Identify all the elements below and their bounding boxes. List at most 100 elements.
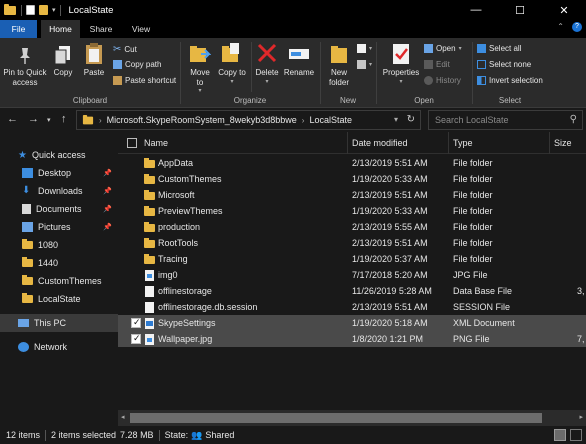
column-header-size[interactable]: Size [554,138,572,148]
copy-button[interactable]: Copy [50,44,76,78]
file-row[interactable]: RootTools 2/13/2019 5:51 AM File folder [118,235,586,251]
column-divider[interactable] [549,132,550,154]
breadcrumb-item[interactable]: LocalState [309,115,352,125]
paste-shortcut-button[interactable]: Paste shortcut [113,76,176,85]
column-header-type[interactable]: Type [453,138,473,148]
chevron-right-icon[interactable]: › [302,116,305,125]
forward-arrow-icon[interactable]: → [28,113,39,125]
invert-selection-button[interactable]: Invert selection [477,76,543,85]
scroll-left-icon[interactable]: ◂ [121,413,125,421]
column-header-name[interactable]: Name [144,138,168,148]
column-header-date[interactable]: Date modified [352,138,408,148]
nav-item-customthemes[interactable]: CustomThemes [0,272,118,290]
help-icon[interactable]: ? [572,22,582,32]
pin-icon[interactable]: 📌 [103,205,112,213]
paste-shortcut-icon [113,76,122,85]
nav-item-localstate[interactable]: LocalState [0,290,118,308]
chevron-down-icon[interactable]: ▾ [394,115,398,124]
copy-path-button[interactable]: Copy path [113,60,161,69]
chevron-up-icon[interactable]: ⌃ [557,22,564,32]
details-view-icon[interactable] [554,429,566,441]
new-folder-button[interactable]: New folder [323,42,355,87]
paste-button[interactable]: Paste [81,42,107,78]
file-name: RootTools [158,238,199,248]
file-row[interactable]: Wallpaper.jpg 1/8/2020 1:21 PM PNG File 7, [118,331,586,347]
file-row[interactable]: offlinestorage.db.session 2/13/2019 5:51 … [118,299,586,315]
nav-item-downloads[interactable]: ⬇ Downloads 📌 [0,182,118,200]
nav-label: This PC [34,318,67,328]
file-row[interactable]: Tracing 1/19/2020 5:37 AM File folder [118,251,586,267]
edit-button[interactable]: Edit [424,60,450,69]
file-row[interactable]: SkypeSettings 1/19/2020 5:18 AM XML Docume… [118,315,586,331]
open-label: Open [436,44,456,53]
maximize-button[interactable]: ☐ [498,0,542,20]
image-file-icon [144,270,155,281]
close-button[interactable]: ✕ [542,0,586,20]
nav-network[interactable]: Network [0,338,118,356]
file-row[interactable]: Microsoft 2/13/2019 5:51 AM File folder [118,187,586,203]
new-item-button[interactable]: ▾ [357,44,372,53]
row-checkbox[interactable] [131,333,141,344]
pin-icon[interactable]: 📌 [103,187,112,195]
file-row[interactable]: offlinestorage 11/26/2019 5:28 AM Data Bas… [118,283,586,299]
chevron-down-icon[interactable]: ▾ [52,6,56,14]
paste-label: Paste [83,68,105,77]
nav-item-1440[interactable]: 1440 [0,254,118,272]
properties-quick-icon[interactable] [26,5,35,15]
file-row[interactable]: production 2/13/2019 5:55 AM File folder [118,219,586,235]
new-folder-quick-icon[interactable] [39,5,48,15]
file-date: 1/19/2020 5:33 AM [352,174,428,184]
row-checkbox[interactable] [131,317,141,328]
history-button[interactable]: History [424,76,461,85]
select-all-button[interactable]: Select all [477,44,521,53]
nav-item-pictures[interactable]: Pictures 📌 [0,218,118,236]
clipboard-group-label: Clipboard [72,96,108,105]
search-input[interactable]: Search LocalState ⚲ [428,110,583,130]
rename-button[interactable]: Rename [283,42,315,78]
file-name: offlinestorage.db.session [158,302,258,312]
breadcrumb-item[interactable]: Microsoft.SkypeRoomSystem_8wekyb3d8bbwe [107,115,297,125]
back-arrow-icon[interactable]: ← [7,113,18,125]
delete-button[interactable]: Delete ▾ [253,42,281,87]
chevron-down-icon[interactable]: ▾ [47,116,51,124]
chevron-right-icon[interactable]: › [99,116,102,125]
nav-item-1080[interactable]: 1080 [0,236,118,254]
pin-icon[interactable]: 📌 [103,223,112,231]
column-divider[interactable] [347,132,348,154]
scrollbar-thumb[interactable] [130,413,542,423]
cut-button[interactable]: ✂ Cut [113,44,137,55]
copy-to-button[interactable]: Copy to ▾ [218,42,246,87]
tab-file[interactable]: File [0,20,37,38]
up-arrow-icon[interactable]: ↑ [61,113,67,125]
horizontal-scrollbar[interactable]: ◂ ▸ [118,410,586,426]
large-icons-view-icon[interactable] [570,429,582,441]
folder-icon [144,158,155,168]
select-none-button[interactable]: Select none [477,60,531,69]
folder-icon [144,238,155,248]
open-button[interactable]: Open ▾ [424,44,462,53]
nav-item-desktop[interactable]: Desktop 📌 [0,164,118,182]
file-name: SkypeSettings [158,318,216,328]
column-divider[interactable] [448,132,449,154]
minimize-button[interactable]: — [454,0,498,20]
file-row[interactable]: img0 7/17/2018 5:20 AM JPG File [118,267,586,283]
file-row[interactable]: PreviewThemes 1/19/2020 5:33 AM File folde… [118,203,586,219]
file-row[interactable]: CustomThemes 1/19/2020 5:33 AM File folder [118,171,586,187]
properties-button[interactable]: Properties ▾ [380,42,422,87]
tab-home[interactable]: Home [41,20,80,38]
chevron-down-icon: ▾ [369,46,373,52]
pin-quick-access-button[interactable]: Pin to Quick access [3,46,47,87]
select-all-checkbox[interactable] [127,138,137,148]
nav-this-pc[interactable]: This PC [0,314,118,332]
nav-quick-access[interactable]: ★ Quick access [0,146,118,164]
file-row[interactable]: AppData 2/13/2019 5:51 AM File folder [118,155,586,171]
pin-icon[interactable]: 📌 [103,169,112,177]
tab-share[interactable]: Share [86,20,116,38]
refresh-icon[interactable]: ↻ [407,114,415,125]
easy-access-button[interactable]: ▾ [357,60,372,69]
nav-item-documents[interactable]: Documents 📌 [0,200,118,218]
tab-view[interactable]: View [126,20,156,38]
address-bar[interactable]: › Microsoft.SkypeRoomSystem_8wekyb3d8bbw… [76,110,421,130]
move-to-button[interactable]: Move to ▾ [186,42,214,97]
scroll-right-icon[interactable]: ▸ [579,413,583,421]
